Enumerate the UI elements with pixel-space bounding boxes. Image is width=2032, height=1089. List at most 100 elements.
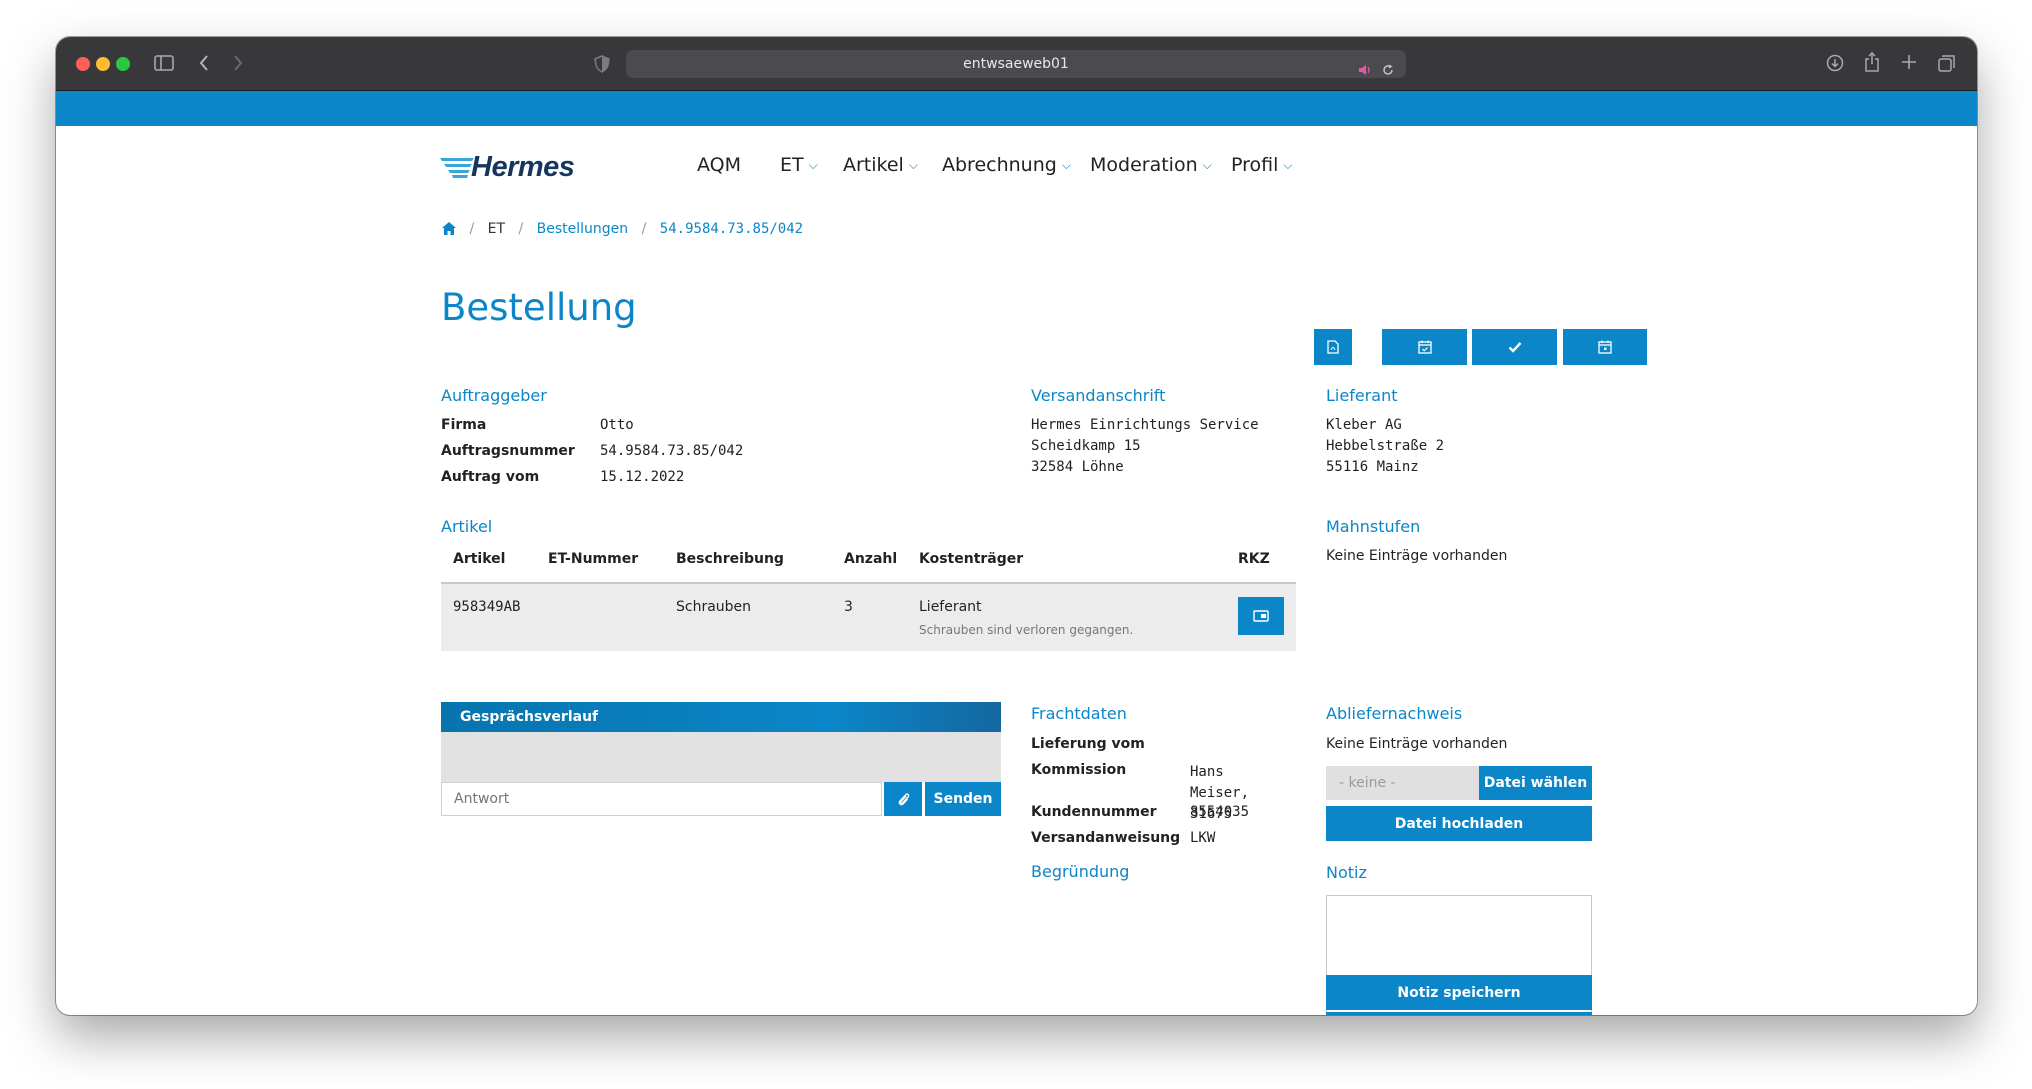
col-rkz: RKZ (1238, 551, 1270, 567)
datei-hochladen-button[interactable]: Datei hochladen (1326, 806, 1592, 841)
lieferant-heading: Lieferant (1326, 386, 1398, 405)
senden-button[interactable]: Senden (925, 782, 1001, 816)
chevron-down-icon: ⌵ (808, 158, 818, 172)
col-beschreibung: Beschreibung (676, 551, 784, 567)
pdf-file-icon (1327, 340, 1339, 354)
lieferant-line: Hebbelstraße 2 (1326, 438, 1445, 454)
attach-button[interactable] (884, 782, 922, 816)
zoom-window-button[interactable] (116, 57, 130, 71)
sidebar-toggle-icon[interactable] (154, 55, 174, 71)
tab-overview-icon[interactable] (1938, 54, 1956, 72)
nav-item-moderation[interactable]: Moderation ⌵ (1090, 154, 1212, 176)
chevron-down-icon: ⌵ (1061, 158, 1071, 172)
firma-value: Otto (600, 417, 634, 433)
notiz-speichern-label: Notiz speichern (1397, 984, 1521, 1001)
gespraechsverlauf-body (441, 732, 1001, 782)
breadcrumb-current[interactable]: 54.9584.73.85/042 (660, 221, 803, 237)
nav-label: AQM (697, 154, 742, 176)
pdf-export-button[interactable] (1314, 329, 1352, 365)
nav-label: Artikel (843, 154, 904, 176)
auftragsnummer-value: 54.9584.73.85/042 (600, 443, 744, 459)
confirm-button[interactable] (1472, 329, 1557, 365)
home-icon[interactable] (442, 222, 456, 239)
minimize-window-button[interactable] (96, 57, 110, 71)
forward-icon[interactable] (232, 54, 244, 72)
versandanschrift-line: Scheidkamp 15 (1031, 438, 1141, 454)
breadcrumb-bestellungen[interactable]: Bestellungen (537, 221, 629, 237)
versandanweisung-label: Versandanweisung (1031, 830, 1181, 846)
abliefernachweis-heading: Abliefernachweis (1326, 704, 1463, 723)
calendar-check-button[interactable] (1382, 329, 1467, 365)
breadcrumb: / ET / Bestellungen / 54.9584.73.85/042 (442, 221, 803, 239)
antwort-input[interactable] (441, 782, 882, 816)
nav-item-aqm[interactable]: AQM (697, 154, 741, 176)
nav-label: Profil (1231, 154, 1279, 176)
app-content: Hermes AQM ET ⌵ Artikel ⌵ Abrechnung ⌵ Mode… (56, 126, 1977, 1015)
abliefernachweis-empty: Keine Einträge vorhanden (1326, 736, 1508, 752)
mahnstufen-empty: Keine Einträge vorhanden (1326, 548, 1508, 564)
nav-label: Abrechnung (942, 154, 1057, 176)
back-icon[interactable] (198, 54, 210, 72)
breadcrumb-et[interactable]: ET (488, 221, 505, 237)
col-anzahl: Anzahl (844, 551, 898, 567)
file-name-field[interactable]: - keine - (1326, 766, 1479, 800)
notiz-speichern-button-top[interactable] (1326, 1012, 1592, 1015)
cell-anzahl: 3 (844, 599, 853, 615)
lieferant-line: 55116 Mainz (1326, 459, 1419, 475)
breadcrumb-separator: / (469, 221, 475, 237)
versandanschrift-heading: Versandanschrift (1031, 386, 1166, 405)
chevron-down-icon: ⌵ (908, 158, 918, 172)
kundennummer-label: Kundennummer (1031, 804, 1157, 820)
nav-item-et[interactable]: ET ⌵ (780, 154, 818, 176)
senden-label: Senden (933, 791, 993, 807)
downloads-icon[interactable] (1826, 54, 1844, 72)
artikel-heading: Artikel (441, 517, 493, 536)
new-tab-icon[interactable] (1901, 54, 1917, 70)
versandanschrift-line: Hermes Einrichtungs Service (1031, 417, 1259, 433)
privacy-shield-icon[interactable] (594, 55, 610, 73)
datei-waehlen-label: Datei wählen (1483, 775, 1588, 791)
app-top-bar (56, 91, 1977, 126)
address-bar[interactable]: entwsaeweb01 (626, 50, 1406, 78)
cell-kostentraeger: Lieferant (919, 599, 982, 615)
page-title: Bestellung (441, 286, 637, 329)
return-box-icon (1253, 610, 1269, 622)
nav-item-artikel[interactable]: Artikel ⌵ (843, 154, 918, 176)
logo-text: Hermes (471, 151, 575, 183)
lieferant-line: Kleber AG (1326, 417, 1402, 433)
close-window-button[interactable] (76, 57, 90, 71)
rkz-action-button[interactable] (1238, 597, 1284, 635)
gespraechsverlauf-header: Gesprächsverlauf (441, 702, 1001, 732)
calendar-icon (1598, 340, 1612, 354)
col-et-nummer: ET-Nummer (548, 551, 639, 567)
notiz-speichern-button[interactable]: Notiz speichern (1326, 975, 1592, 1010)
calendar-check-icon (1417, 340, 1432, 354)
auftrag-vom-label: Auftrag vom (441, 469, 540, 485)
hermes-logo[interactable]: Hermes (440, 151, 590, 185)
frachtdaten-heading: Frachtdaten (1031, 704, 1127, 723)
cell-beschreibung: Schrauben (676, 599, 752, 615)
auftragsnummer-label: Auftragsnummer (441, 443, 575, 459)
browser-titlebar: entwsaeweb01 (56, 37, 1977, 91)
breadcrumb-separator: / (641, 221, 647, 237)
versandanweisung-value: LKW (1190, 830, 1216, 846)
audio-playing-icon[interactable] (1358, 58, 1372, 86)
nav-item-profil[interactable]: Profil ⌵ (1231, 154, 1293, 176)
breadcrumb-separator: / (518, 221, 524, 237)
col-kostentraeger: Kostenträger (919, 551, 1024, 567)
share-icon[interactable] (1864, 52, 1880, 72)
reload-icon[interactable] (1382, 58, 1394, 86)
nav-label: ET (780, 154, 804, 176)
datei-waehlen-button[interactable]: Datei wählen (1479, 766, 1592, 800)
nav-item-abrechnung[interactable]: Abrechnung ⌵ (942, 154, 1071, 176)
auftraggeber-heading: Auftraggeber (441, 386, 547, 405)
calendar-event-button[interactable] (1563, 329, 1647, 365)
address-bar-url: entwsaeweb01 (963, 56, 1069, 72)
table-row: 958349AB Schrauben 3 Lieferant Schrauben… (441, 584, 1296, 651)
lieferung-vom-label: Lieferung vom (1031, 736, 1145, 752)
col-artikel: Artikel (453, 551, 506, 567)
chevron-down-icon: ⌵ (1283, 158, 1293, 172)
mahnstufen-heading: Mahnstufen (1326, 517, 1421, 536)
kommission-label: Kommission (1031, 762, 1127, 778)
nav-label: Moderation (1090, 154, 1198, 176)
